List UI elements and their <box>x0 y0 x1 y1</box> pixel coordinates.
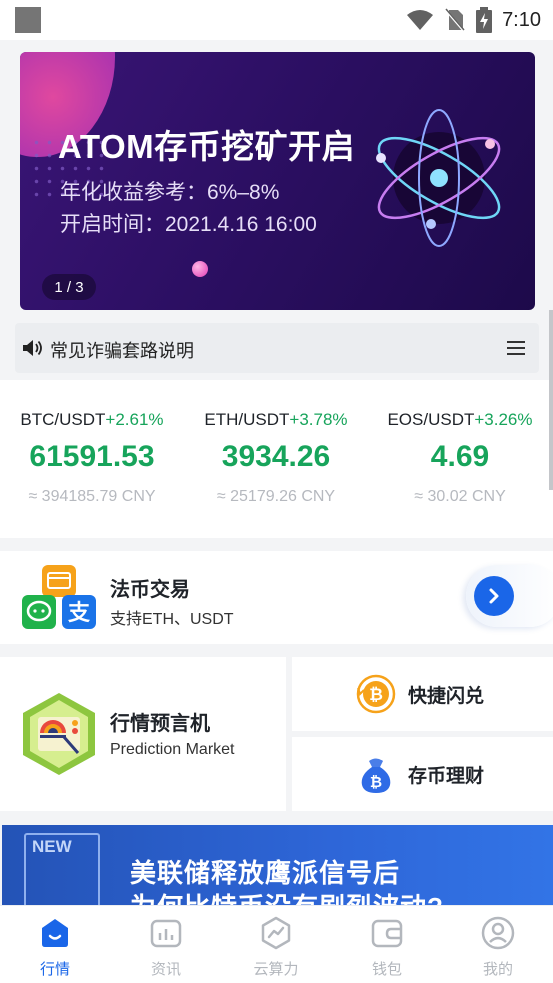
fiat-trading-card[interactable]: 支 法币交易 支持ETH、USDT <box>0 551 553 644</box>
ticker-pair: EOS/USDT <box>387 410 475 429</box>
banner-pager: 1 / 3 <box>42 274 96 300</box>
clock: 7:10 <box>502 8 541 31</box>
cloud-power-icon <box>261 916 291 950</box>
ticker-price: 4.69 <box>430 440 490 473</box>
menu-icon[interactable] <box>507 341 525 355</box>
payment-methods-icon: 支 <box>22 565 96 629</box>
ticker-pair-line: EOS/USDT+3.26% <box>368 410 552 430</box>
ticker-change: +3.26% <box>474 410 533 429</box>
fiat-subtitle: 支持ETH、USDT <box>110 611 234 628</box>
speaker-icon <box>23 340 42 356</box>
wallet-icon <box>371 919 403 948</box>
notification-icon <box>15 7 41 33</box>
quick-swap-label: 快捷闪兑 <box>408 686 485 707</box>
savings-tile[interactable]: ₿ 存币理财 <box>292 737 553 811</box>
fiat-title: 法币交易 <box>110 579 190 601</box>
no-sim-icon <box>445 8 466 32</box>
money-bag-icon: ₿ <box>361 758 391 793</box>
news-icon <box>150 919 182 948</box>
tab-label: 行情 <box>39 961 70 978</box>
ticker-btc[interactable]: BTC/USDT+2.61% 61591.53 ≈ 394185.79 CNY <box>0 410 184 506</box>
tab-news[interactable]: 资讯 <box>111 906 221 983</box>
promo-banner[interactable]: ATOM存币挖矿开启 年化收益参考：6%–8% 开启时间：2021.4.16 1… <box>20 52 535 310</box>
news-tag: NEW <box>32 837 72 856</box>
banner-pink-ball <box>192 261 208 277</box>
ticker-change: +3.78% <box>289 410 348 429</box>
alipay-glyph: 支 <box>68 601 91 626</box>
ticker-panel: BTC/USDT+2.61% 61591.53 ≈ 394185.79 CNY … <box>0 380 553 538</box>
savings-label: 存币理财 <box>408 766 485 787</box>
news-banner[interactable]: NEW 美联储释放鹰派信号后 为何比特币没有剧烈波动? <box>2 825 553 910</box>
quick-swap-tile[interactable]: ₿ 快捷闪兑 <box>292 657 553 731</box>
tab-label: 资讯 <box>150 961 181 978</box>
bitcoin-swap-icon: ₿ <box>356 674 396 714</box>
tab-label: 钱包 <box>371 961 402 978</box>
tab-profile[interactable]: 我的 <box>443 906 553 983</box>
banner-start-time: 开启时间：2021.4.16 16:00 <box>60 213 317 236</box>
ticker-eth[interactable]: ETH/USDT+3.78% 3934.26 ≈ 25179.26 CNY <box>184 410 368 506</box>
atom-icon <box>376 109 501 247</box>
fiat-go-button[interactable] <box>474 576 514 616</box>
fiat-go-pill[interactable] <box>466 565 553 627</box>
profile-icon <box>481 916 515 950</box>
ticker-eos[interactable]: EOS/USDT+3.26% 4.69 ≈ 30.02 CNY <box>368 410 552 506</box>
prediction-icon <box>23 693 95 775</box>
news-headline-line1: 美联储释放鹰派信号后 <box>130 858 401 888</box>
svg-text:₿: ₿ <box>369 685 383 705</box>
ticker-cny: ≈ 25179.26 CNY <box>216 488 336 505</box>
chevron-right-icon <box>489 588 499 604</box>
wifi-icon <box>407 10 434 30</box>
ticker-price: 61591.53 <box>29 440 155 473</box>
ticker-pair-line: ETH/USDT+3.78% <box>184 410 368 430</box>
banner-title: ATOM存币挖矿开启 <box>58 128 356 165</box>
ticker-cny: ≈ 394185.79 CNY <box>28 488 156 505</box>
ticker-pair: ETH/USDT <box>204 410 290 429</box>
tab-cloud-power[interactable]: 云算力 <box>221 906 331 983</box>
tab-market[interactable]: 行情 <box>0 906 110 983</box>
ticker-change: +2.61% <box>105 410 164 429</box>
ticker-pair: BTC/USDT <box>20 410 106 429</box>
notice-bar[interactable]: 常见诈骗套路说明 <box>15 323 539 373</box>
battery-icon <box>476 7 493 33</box>
status-bar: 7:10 <box>0 0 553 40</box>
tab-label: 我的 <box>482 961 513 978</box>
banner-yield: 年化收益参考：6%–8% <box>60 181 280 204</box>
notice-text: 常见诈骗套路说明 <box>50 341 194 361</box>
tab-wallet[interactable]: 钱包 <box>332 906 442 983</box>
bottom-nav: 行情 资讯 云算力 钱包 我的 <box>0 905 553 983</box>
tab-label: 云算力 <box>253 961 299 978</box>
market-icon <box>42 919 68 947</box>
ticker-pair-line: BTC/USDT+2.61% <box>0 410 184 430</box>
ticker-price: 3934.26 <box>221 440 331 473</box>
prediction-subtitle: Prediction Market <box>110 741 235 758</box>
prediction-title: 行情预言机 <box>110 713 210 735</box>
prediction-market-card[interactable]: 行情预言机 Prediction Market <box>0 657 286 811</box>
scrollbar[interactable] <box>549 310 553 490</box>
svg-text:₿: ₿ <box>370 773 382 791</box>
status-icons: 7:10 <box>406 5 541 35</box>
ticker-cny: ≈ 30.02 CNY <box>414 488 506 505</box>
